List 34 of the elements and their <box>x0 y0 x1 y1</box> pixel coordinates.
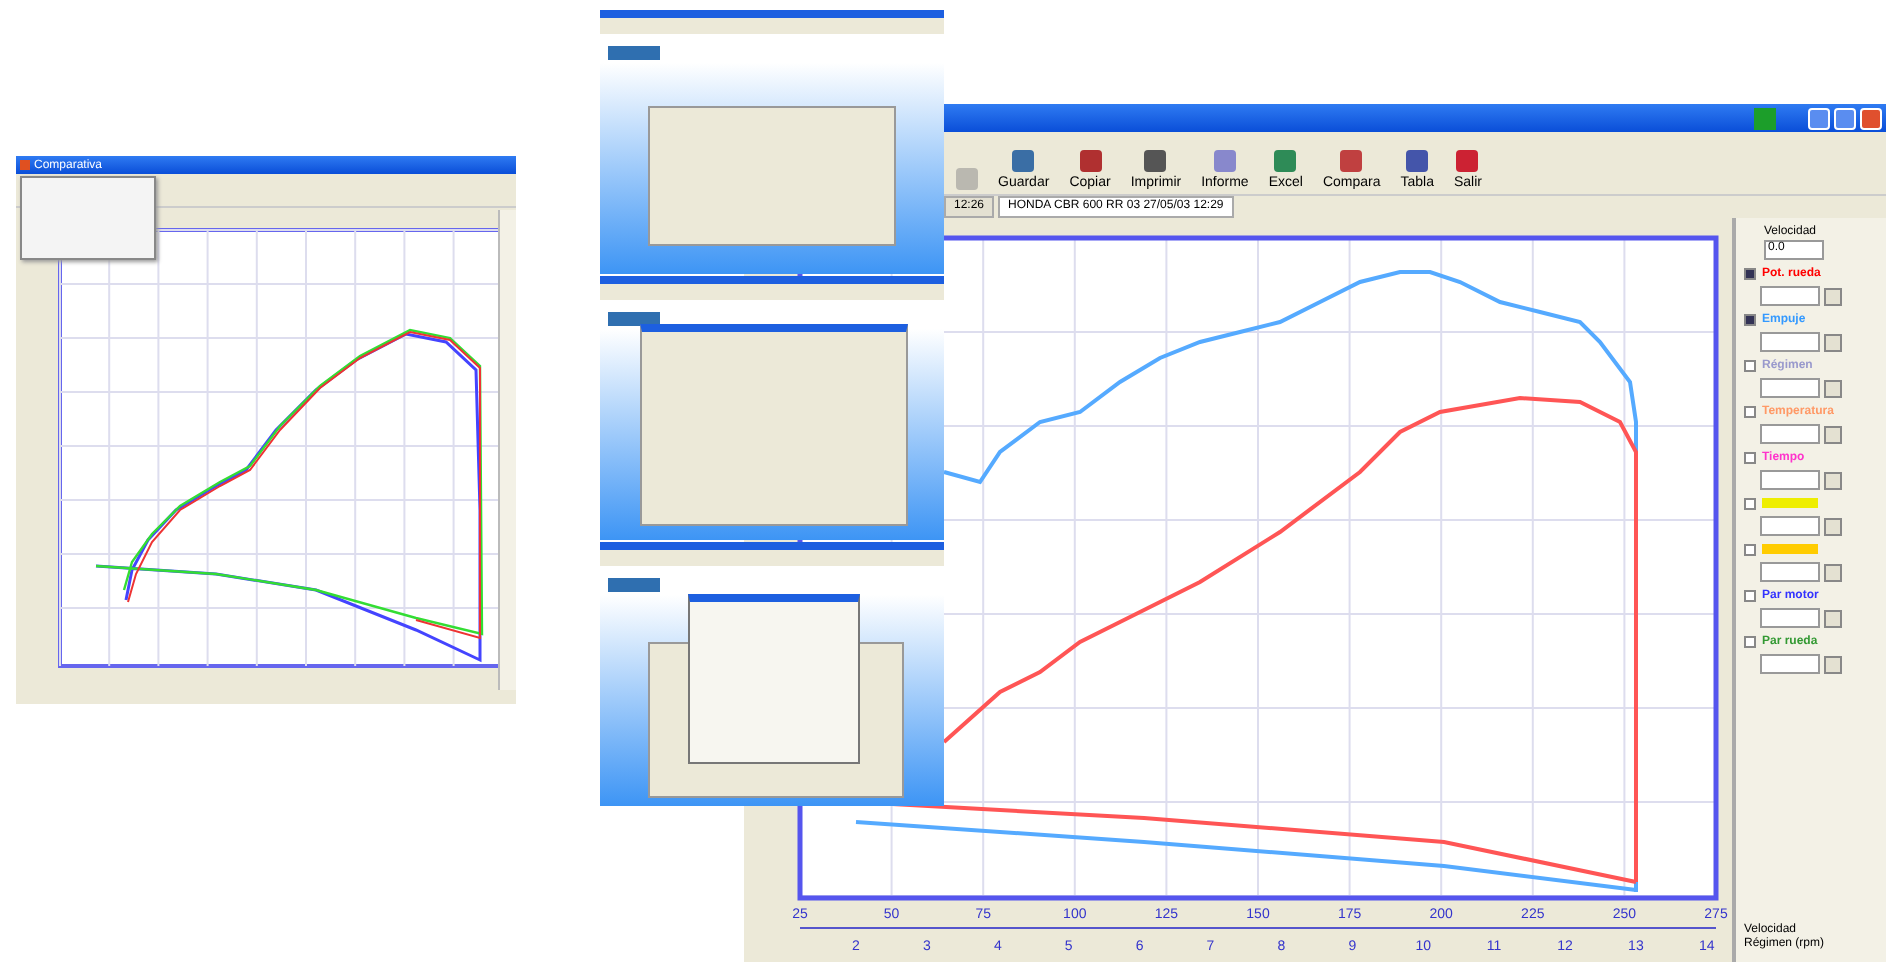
input-field[interactable] <box>1760 286 1820 306</box>
dropdown-menu <box>20 176 156 260</box>
toolbar-icon[interactable] <box>952 167 982 190</box>
checkbox[interactable] <box>1744 451 1756 463</box>
checkbox[interactable] <box>1744 267 1756 279</box>
checkbox[interactable] <box>1744 543 1756 555</box>
small-button[interactable] <box>1824 471 1842 489</box>
small-button[interactable] <box>1824 333 1842 351</box>
checkbox[interactable] <box>1744 313 1756 325</box>
small-button[interactable] <box>1824 609 1842 627</box>
input-field[interactable] <box>1760 470 1820 490</box>
small-button[interactable] <box>1824 425 1842 443</box>
input-field[interactable] <box>1760 654 1820 674</box>
small-button[interactable] <box>1824 287 1842 305</box>
checkbox[interactable] <box>1744 405 1756 417</box>
small-button[interactable] <box>1824 563 1842 581</box>
minimize-button[interactable] <box>1808 107 1830 130</box>
input-field[interactable] <box>1760 516 1820 536</box>
input-field[interactable] <box>1760 378 1820 398</box>
checkbox[interactable] <box>1744 359 1756 371</box>
input-field[interactable] <box>1760 562 1820 582</box>
status-icon <box>1754 107 1776 130</box>
close-button[interactable] <box>1860 107 1882 130</box>
maximize-button[interactable] <box>1834 107 1856 130</box>
input-field[interactable] <box>1760 608 1820 628</box>
small-button[interactable] <box>1824 655 1842 673</box>
checkbox[interactable] <box>1744 589 1756 601</box>
checkbox[interactable] <box>1744 635 1756 647</box>
checkbox[interactable] <box>1744 497 1756 509</box>
small-button[interactable] <box>1824 517 1842 535</box>
input-field[interactable] <box>1760 332 1820 352</box>
app-icon <box>20 160 30 170</box>
input-field[interactable] <box>1760 424 1820 444</box>
small-button[interactable] <box>1824 379 1842 397</box>
